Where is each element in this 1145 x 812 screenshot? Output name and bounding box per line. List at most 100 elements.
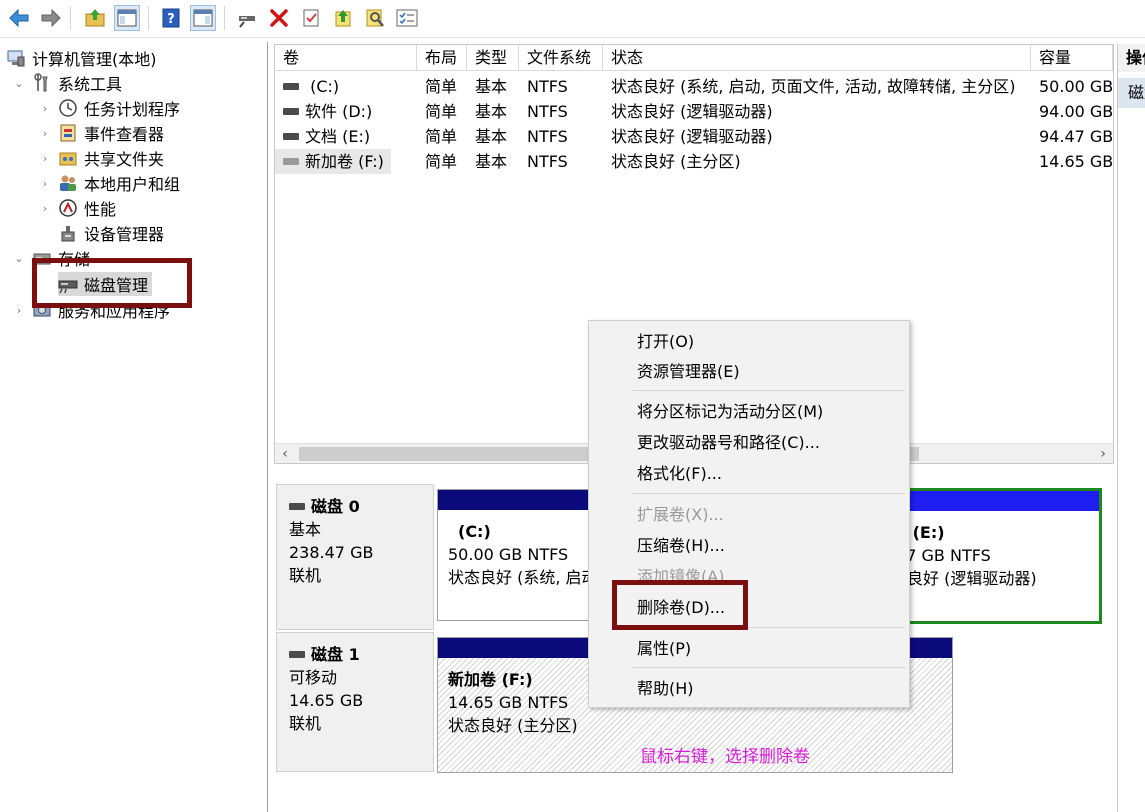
volume-type: 基本 — [475, 102, 508, 121]
menu-item-explorer[interactable]: 资源管理器(E) — [589, 357, 909, 387]
chevron-right-icon[interactable]: › — [38, 101, 52, 115]
column-header-status[interactable]: 状态 — [603, 45, 1031, 71]
volume-type: 基本 — [475, 152, 508, 171]
partition-size: 50.00 GB NTFS — [448, 545, 569, 564]
tree-item-system-tools[interactable]: ⌄ 系统工具 — [12, 71, 122, 95]
tree-item-shared-folders[interactable]: › 共享文件夹 — [38, 146, 164, 170]
connect-icon[interactable] — [234, 5, 260, 31]
tree-item-device-manager[interactable]: 设备管理器 — [58, 221, 164, 245]
chevron-down-icon[interactable]: ⌄ — [12, 251, 26, 265]
export-icon[interactable] — [330, 5, 356, 31]
tree-item-computer-management[interactable]: 计算机管理(本地) — [6, 46, 157, 70]
tree-item-event-viewer[interactable]: › 事件查看器 — [38, 121, 164, 145]
back-icon[interactable] — [6, 5, 32, 31]
tree-item-performance[interactable]: › 性能 — [38, 196, 116, 220]
tree-label: 共享文件夹 — [84, 150, 165, 169]
volume-layout: 简单 — [425, 77, 458, 96]
computer-management-icon — [6, 48, 26, 68]
actions-item-disk-management[interactable]: 磁盘管理 — [1118, 78, 1145, 108]
tree-label: 事件查看器 — [84, 125, 165, 144]
tree-item-local-users[interactable]: › 本地用户和组 — [38, 171, 180, 195]
partition-e[interactable]: 档 (E:) .47 GB NTFS 态良好 (逻辑驱动器) — [891, 488, 1102, 624]
chevron-right-icon[interactable]: › — [38, 126, 52, 140]
tree-item-task-scheduler[interactable]: › 任务计划程序 — [38, 96, 180, 120]
disk-icon — [289, 503, 305, 510]
disk-1-label[interactable]: 磁盘 1 可移动 14.65 GB 联机 — [276, 632, 434, 772]
tree-label: 本地用户和组 — [84, 175, 181, 194]
menu-item-properties[interactable]: 属性(P) — [589, 634, 909, 664]
volume-layout: 简单 — [425, 102, 458, 121]
help-icon[interactable]: ? — [158, 5, 184, 31]
volume-name: (C:) — [305, 77, 340, 96]
chevron-right-icon[interactable]: › — [38, 176, 52, 190]
disk-type: 基本 — [289, 520, 322, 539]
device-manager-icon — [58, 223, 78, 243]
toolbar: ? — [0, 0, 1145, 38]
volume-filesystem: NTFS — [527, 127, 568, 146]
actions-header: 操作 — [1118, 44, 1145, 72]
volume-list-header: 卷 布局 类型 文件系统 状态 容量 — [275, 45, 1113, 71]
tree-label: 性能 — [84, 200, 117, 219]
volume-name: 文档 (E:) — [305, 127, 371, 146]
show-hide-action-icon[interactable] — [190, 5, 216, 31]
show-hide-tree-icon[interactable] — [114, 5, 140, 31]
search-icon[interactable] — [362, 5, 388, 31]
column-header-layout[interactable]: 布局 — [417, 45, 467, 71]
volume-filesystem: NTFS — [527, 77, 568, 96]
chevron-right-icon[interactable]: › — [12, 303, 26, 317]
chevron-right-icon[interactable]: › — [38, 201, 52, 215]
menu-item-extend[interactable]: 扩展卷(X)... — [589, 500, 909, 530]
tree-label: 计算机管理(本地) — [32, 50, 157, 69]
clock-icon — [58, 98, 78, 118]
performance-icon — [58, 198, 78, 218]
volume-capacity: 14.65 GB — [1039, 152, 1114, 171]
table-row[interactable]: 新加卷 (F:) 简单 基本 NTFS 状态良好 (主分区) 14.65 GB — [275, 149, 1113, 174]
disk-title: 磁盘 0 — [311, 497, 360, 516]
volume-status: 状态良好 (主分区) — [611, 152, 741, 171]
menu-item-help[interactable]: 帮助(H) — [589, 674, 909, 704]
menu-item-change-drive-letter[interactable]: 更改驱动器号和路径(C)... — [589, 428, 909, 458]
properties-icon[interactable] — [298, 5, 324, 31]
highlight-box — [32, 258, 192, 308]
forward-icon[interactable] — [38, 5, 64, 31]
menu-item-mark-active[interactable]: 将分区标记为活动分区(M) — [589, 397, 909, 427]
chevron-right-icon[interactable]: › — [38, 151, 52, 165]
column-header-volume[interactable]: 卷 — [275, 45, 417, 71]
volume-status: 状态良好 (逻辑驱动器) — [611, 102, 773, 121]
actions-panel: 操作 磁盘管理 — [1117, 44, 1145, 812]
drive-icon — [283, 83, 299, 90]
column-header-type[interactable]: 类型 — [467, 45, 519, 71]
scroll-right-icon[interactable]: › — [1093, 444, 1113, 464]
partition-status: 状态良好 (主分区) — [448, 716, 578, 735]
drive-icon — [283, 133, 299, 140]
partition-size: .47 GB NTFS — [891, 546, 991, 565]
volume-status: 状态良好 (逻辑驱动器) — [611, 127, 773, 146]
table-row[interactable]: 文档 (E:) 简单 基本 NTFS 状态良好 (逻辑驱动器) 94.47 GB — [275, 124, 1113, 149]
menu-item-open[interactable]: 打开(O) — [589, 327, 909, 357]
navigation-tree: 计算机管理(本地) ⌄ 系统工具 › 任务计划程序 › 事件查看器 › 共享文件… — [0, 42, 268, 812]
volume-layout: 简单 — [425, 152, 458, 171]
partition-bar — [899, 491, 1099, 511]
disk-title: 磁盘 1 — [311, 645, 360, 664]
scroll-left-icon[interactable]: ‹ — [275, 444, 295, 464]
partition-c[interactable]: (C:) 50.00 GB NTFS 状态良好 (系统, 启动 — [437, 489, 598, 621]
delete-icon[interactable] — [266, 5, 292, 31]
table-row[interactable]: (C:) 简单 基本 NTFS 状态良好 (系统, 启动, 页面文件, 活动, … — [275, 74, 1113, 99]
column-header-filesystem[interactable]: 文件系统 — [519, 45, 603, 71]
up-folder-icon[interactable] — [82, 5, 108, 31]
disk-type: 可移动 — [289, 668, 338, 687]
partition-status: 状态良好 (系统, 启动 — [448, 568, 598, 587]
column-header-capacity[interactable]: 容量 — [1031, 45, 1113, 71]
table-row[interactable]: 软件 (D:) 简单 基本 NTFS 状态良好 (逻辑驱动器) 94.00 GB — [275, 99, 1113, 124]
partition-size: 14.65 GB NTFS — [448, 693, 569, 712]
menu-item-format[interactable]: 格式化(F)... — [589, 459, 909, 489]
checklist-icon[interactable] — [394, 5, 420, 31]
partition-name: 档 (E:) — [891, 523, 945, 542]
menu-item-shrink[interactable]: 压缩卷(H)... — [589, 531, 909, 561]
shared-folder-icon — [58, 148, 78, 168]
chevron-down-icon[interactable]: ⌄ — [12, 76, 26, 90]
tree-label: 任务计划程序 — [84, 100, 181, 119]
users-icon — [58, 173, 78, 193]
disk-size: 14.65 GB — [289, 691, 364, 710]
disk-0-label[interactable]: 磁盘 0 基本 238.47 GB 联机 — [276, 484, 434, 630]
